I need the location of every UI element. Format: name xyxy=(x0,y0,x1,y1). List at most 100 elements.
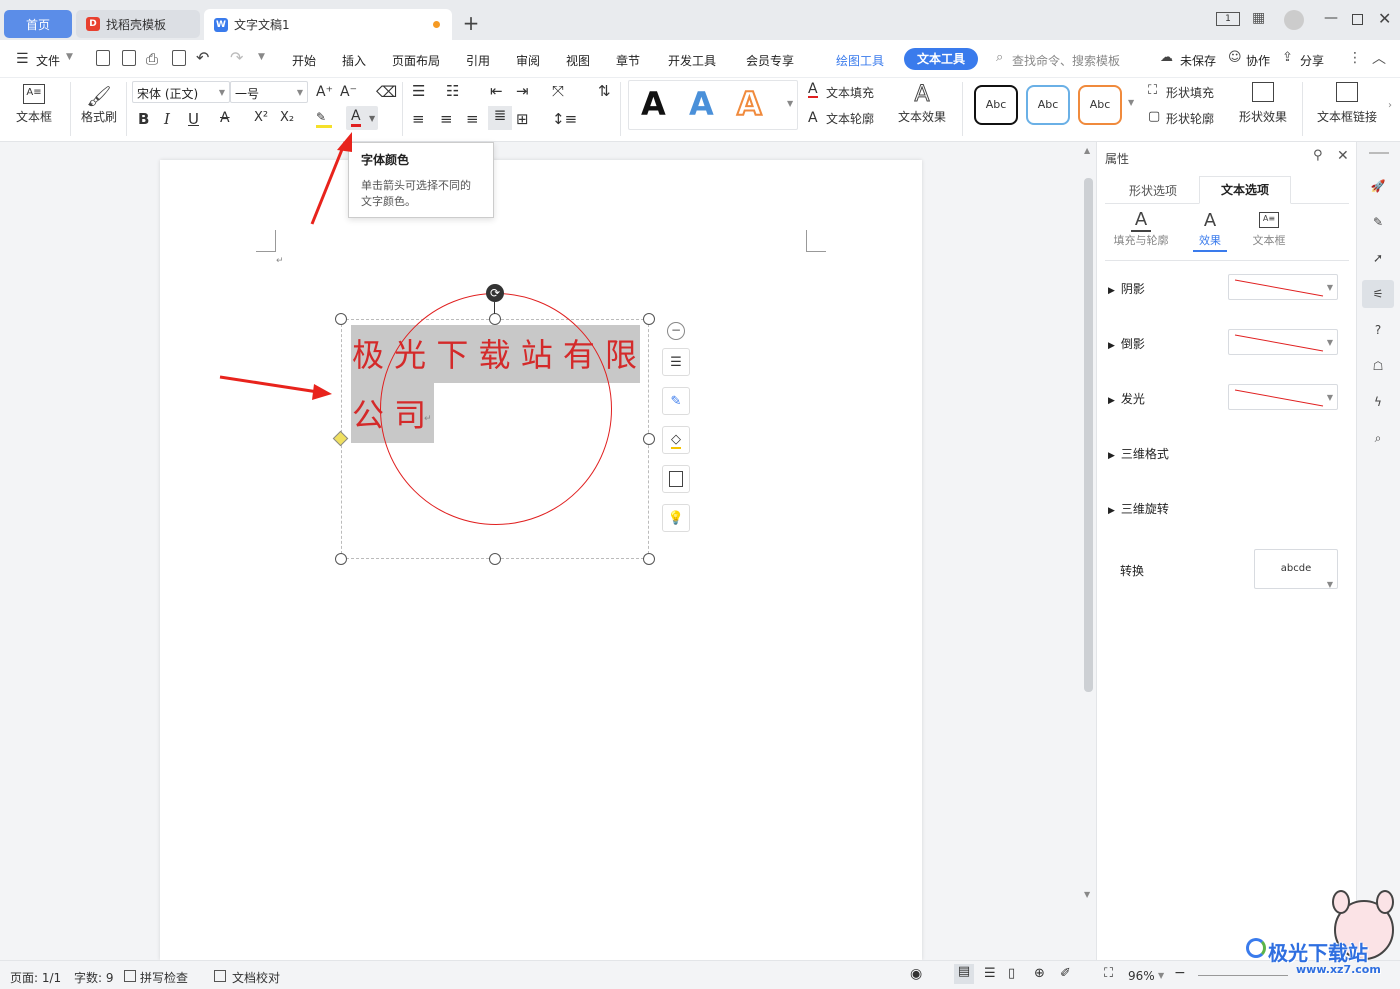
strikethrough-icon[interactable]: A xyxy=(220,110,230,126)
text-effect-button[interactable]: A 文本效果 xyxy=(892,82,952,125)
panel-title[interactable]: 属性 xyxy=(1105,150,1129,167)
grid-icon[interactable]: ▦ xyxy=(1252,10,1265,26)
underline-icon[interactable]: U xyxy=(188,110,199,128)
resize-handle[interactable] xyxy=(643,313,655,325)
menu-member[interactable]: 会员专享 xyxy=(746,52,794,69)
sort-icon[interactable]: ⇅ xyxy=(598,82,611,100)
tab-document[interactable]: W 文字文稿1 xyxy=(204,9,452,40)
maximize-icon[interactable] xyxy=(1352,14,1363,25)
spell-check-button[interactable]: 拼写检查 xyxy=(140,969,188,986)
smart-tips-button[interactable]: 💡 xyxy=(662,504,690,532)
shape-outline-button[interactable]: 形状轮廓 xyxy=(1166,110,1214,127)
reflection-select[interactable]: ▼ xyxy=(1228,329,1338,355)
print-icon[interactable]: ⎙ xyxy=(146,50,158,68)
word-count[interactable]: 字数: 9 xyxy=(74,969,114,986)
menu-draw-tools[interactable]: 绘图工具 xyxy=(836,52,884,69)
book-search-icon[interactable]: ⌕ xyxy=(1366,426,1390,450)
distribute-icon[interactable]: ⊞ xyxy=(516,110,529,128)
menu-text-tools[interactable]: 文本工具 xyxy=(904,48,978,70)
rotate-3d-section[interactable]: ▶ 三维旋转 xyxy=(1108,500,1169,517)
justify-icon[interactable]: ≣ xyxy=(488,106,512,130)
bullet-list-icon[interactable]: ☰ xyxy=(412,82,425,100)
decrease-indent-icon[interactable]: ⇤ xyxy=(490,82,503,100)
reflection-section[interactable]: ▶ 倒影 xyxy=(1108,335,1145,352)
menu-insert[interactable]: 插入 xyxy=(342,52,366,69)
save-icon[interactable] xyxy=(96,50,110,66)
gallery-more-icon[interactable]: ▼ xyxy=(1128,98,1134,107)
resize-handle[interactable] xyxy=(489,313,501,325)
zoom-slider[interactable] xyxy=(1198,975,1288,976)
text-outline-button[interactable]: 文本轮廓 xyxy=(826,110,874,127)
collapse-icon[interactable]: − xyxy=(667,322,685,340)
help-icon[interactable]: ? xyxy=(1366,318,1390,342)
shadow-select[interactable]: ▼ xyxy=(1228,274,1338,300)
tab-home[interactable]: 首页 xyxy=(4,10,72,38)
outline-view-icon[interactable]: ☰ xyxy=(984,966,996,981)
line-spacing-icon[interactable]: ↕≡ xyxy=(552,110,577,128)
align-right-icon[interactable]: ≡ xyxy=(466,110,479,128)
properties-toggle-icon[interactable]: ⚟ xyxy=(1362,280,1394,308)
menu-chapter[interactable]: 章节 xyxy=(616,52,640,69)
highlight-icon[interactable]: ✎ xyxy=(316,110,332,128)
menu-file[interactable]: 文件 xyxy=(36,52,60,69)
ribbon-scroll-right-icon[interactable]: › xyxy=(1388,100,1392,111)
print-preview-icon[interactable] xyxy=(172,50,186,66)
bold-icon[interactable]: B xyxy=(138,110,149,128)
new-tab-icon[interactable]: + xyxy=(462,11,480,35)
gallery-more-icon[interactable]: ▼ xyxy=(787,99,793,108)
text-direction-icon[interactable]: ⤧ xyxy=(552,82,564,100)
quick-access-more-icon[interactable]: ▼ xyxy=(258,52,265,62)
increase-indent-icon[interactable]: ⇥ xyxy=(516,82,529,100)
pen-mode-icon[interactable]: ✐ xyxy=(1060,966,1071,981)
lightning-icon[interactable]: ϟ xyxy=(1366,390,1390,414)
format-painter-button[interactable]: 🖌 格式刷 xyxy=(80,84,118,125)
redo-icon[interactable]: ↷ xyxy=(230,48,243,67)
shape-style-quick-button[interactable] xyxy=(662,465,690,493)
rotate-handle-icon[interactable]: ⟳ xyxy=(486,284,504,302)
layout-icon[interactable]: 1 xyxy=(1216,12,1240,26)
robot-icon[interactable]: ☖ xyxy=(1366,354,1390,378)
collapse-ribbon-icon[interactable]: ︿ xyxy=(1372,48,1386,68)
close-icon[interactable]: ✕ xyxy=(1378,9,1391,28)
grow-font-icon[interactable]: A⁺ xyxy=(316,84,333,100)
textbox-button[interactable]: A≡ 文本框 xyxy=(12,84,56,125)
fit-page-icon[interactable]: ⛶ xyxy=(1104,966,1113,981)
glow-select[interactable]: ▼ xyxy=(1228,384,1338,410)
page-indicator[interactable]: 页面: 1/1 xyxy=(10,969,61,986)
tab-templates[interactable]: D 找稻壳模板 xyxy=(76,10,200,38)
document-page[interactable]: ↵ xyxy=(160,160,922,960)
close-panel-icon[interactable]: ✕ xyxy=(1337,148,1349,164)
font-size-select[interactable]: 一号 ▼ xyxy=(230,81,308,103)
resize-handle[interactable] xyxy=(489,553,501,565)
menu-devtools[interactable]: 开发工具 xyxy=(668,52,716,69)
resize-handle[interactable] xyxy=(643,433,655,445)
export-pdf-icon[interactable] xyxy=(122,50,136,66)
numbered-list-icon[interactable]: ☷ xyxy=(446,82,459,100)
align-center-icon[interactable]: ≡ xyxy=(440,110,453,128)
shape-style-orange[interactable]: Abc xyxy=(1078,85,1122,125)
tab-shape-options[interactable]: 形状选项 xyxy=(1129,182,1177,199)
zoom-level[interactable]: 96% xyxy=(1128,969,1155,983)
clear-format-icon[interactable]: ⌫ xyxy=(376,83,397,101)
align-left-icon[interactable]: ≡ xyxy=(412,110,425,128)
page-view-icon[interactable]: ▤ xyxy=(954,964,974,984)
shape-effect-button[interactable]: 形状效果 xyxy=(1234,82,1292,125)
more-icon[interactable]: ⋮ xyxy=(1348,50,1362,66)
web-view-icon[interactable]: ⊕ xyxy=(1034,966,1045,981)
shape-fill-quick-button[interactable]: ◇ xyxy=(662,426,690,454)
menu-review[interactable]: 审阅 xyxy=(516,52,540,69)
glow-section[interactable]: ▶ 发光 xyxy=(1108,390,1145,407)
vertical-scrollbar[interactable]: ▲ ▼ xyxy=(1082,142,1096,960)
scroll-thumb[interactable] xyxy=(1084,178,1093,692)
italic-icon[interactable]: I xyxy=(164,110,170,128)
superscript-icon[interactable]: X² xyxy=(254,110,268,125)
subtab-textbox[interactable]: A≡ 文本框 xyxy=(1245,210,1293,248)
textbox-link-button[interactable]: 文本框链接 xyxy=(1312,82,1382,125)
red-circle-shape[interactable] xyxy=(380,293,612,525)
chevron-down-icon[interactable]: ▼ xyxy=(369,114,375,123)
resize-handle[interactable] xyxy=(335,553,347,565)
rocket-icon[interactable]: 🚀 xyxy=(1366,174,1390,198)
format-3d-section[interactable]: ▶ 三维格式 xyxy=(1108,445,1169,462)
unsaved-status[interactable]: 未保存 xyxy=(1180,52,1216,69)
font-color-button[interactable]: A ▼ xyxy=(346,106,378,130)
